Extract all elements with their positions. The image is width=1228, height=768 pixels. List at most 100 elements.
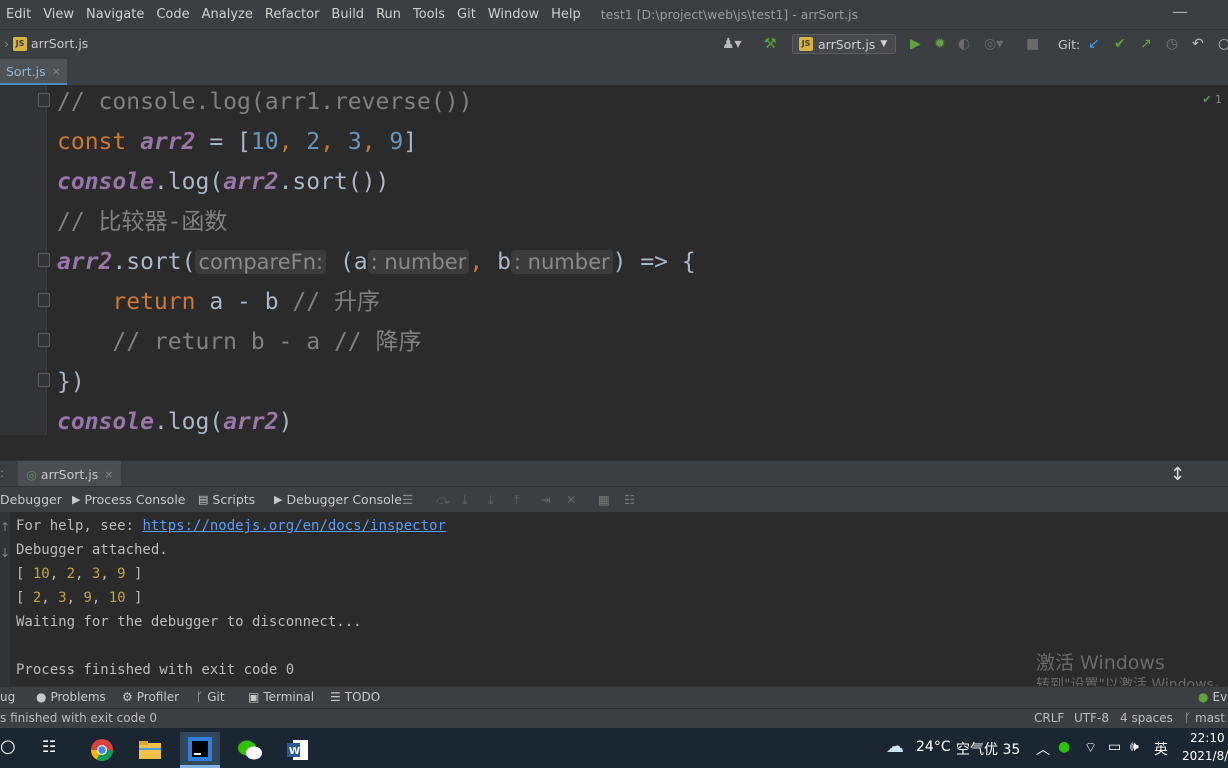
- menu-code[interactable]: Code: [150, 7, 195, 22]
- run-to-cursor-icon[interactable]: ⇥: [540, 492, 550, 507]
- weather-cloud-icon[interactable]: ☁: [886, 736, 904, 757]
- console-toolbar-icon[interactable]: ↓: [0, 546, 10, 560]
- indent-setting[interactable]: 4 spaces: [1120, 711, 1173, 725]
- git-update-icon[interactable]: ↙: [1088, 36, 1100, 52]
- evaluate-icon[interactable]: ✕: [566, 492, 576, 507]
- console-toolbar-icon[interactable]: ↑: [0, 520, 10, 534]
- tool-problems[interactable]: ● Problems: [36, 690, 106, 704]
- code-editor[interactable]: ✔ 1 // console.log(arr1.reverse()) const…: [0, 85, 1228, 460]
- fold-marker[interactable]: [38, 253, 50, 267]
- git-commit-icon[interactable]: ✔: [1114, 36, 1126, 52]
- tool-debug[interactable]: ug: [0, 690, 15, 704]
- tab-label: Scripts: [212, 492, 256, 507]
- coverage-icon[interactable]: ◐: [958, 36, 970, 52]
- air-quality[interactable]: 空气优 35: [956, 739, 1020, 759]
- menu-refactor[interactable]: Refactor: [259, 7, 326, 22]
- line-separator[interactable]: CRLF: [1034, 711, 1064, 725]
- method: .log(: [153, 409, 224, 435]
- debug-session-tab[interactable]: ◎ arrSort.js ×: [18, 461, 122, 487]
- menu-build[interactable]: Build: [325, 7, 370, 22]
- number: 2: [306, 129, 321, 155]
- inspection-ok-icon[interactable]: ✔ 1: [1202, 93, 1222, 106]
- volume-icon[interactable]: 🕪: [1130, 739, 1139, 755]
- fold-marker[interactable]: [38, 333, 50, 347]
- user-icon[interactable]: ♟▾: [722, 36, 742, 52]
- input-method[interactable]: 英: [1154, 739, 1168, 759]
- menu-view[interactable]: View: [37, 7, 80, 22]
- fold-marker[interactable]: [38, 293, 50, 307]
- breadcrumb-file[interactable]: arrSort.js: [31, 36, 88, 51]
- search-icon[interactable]: ○: [0, 736, 16, 757]
- word-app[interactable]: W: [278, 732, 318, 768]
- console-text: For help, see:: [16, 518, 143, 534]
- chevron-up-icon[interactable]: ︿: [1036, 739, 1050, 759]
- step-out-icon[interactable]: ⤒: [514, 492, 520, 508]
- step-over-icon[interactable]: ⤼: [436, 492, 449, 508]
- editor-tab-arrsort[interactable]: Sort.js ×: [0, 59, 67, 86]
- status-message[interactable]: s finished with exit code 0: [0, 711, 157, 725]
- search-icon[interactable]: ○: [1218, 36, 1228, 52]
- tab-label: Process Console: [84, 492, 186, 507]
- git-branch[interactable]: ᚴ mast: [1184, 711, 1225, 725]
- menu-window[interactable]: Window: [482, 7, 545, 22]
- tool-terminal[interactable]: ▣ Terminal: [248, 690, 314, 704]
- tab-debugger-console[interactable]: ▶ Debugger Console: [274, 492, 402, 507]
- menu-analyze[interactable]: Analyze: [196, 7, 259, 22]
- history-icon[interactable]: ◷: [1166, 36, 1178, 52]
- menu-tools[interactable]: Tools: [407, 7, 451, 22]
- tool-event-log[interactable]: ● Ev: [1198, 690, 1227, 704]
- menu-navigate[interactable]: Navigate: [80, 7, 150, 22]
- comma: ,: [469, 249, 484, 275]
- wechat-app[interactable]: [230, 732, 270, 768]
- menu-git[interactable]: Git: [451, 7, 482, 22]
- tool-label: Problems: [50, 690, 106, 704]
- layout-icon[interactable]: ☷: [624, 492, 635, 507]
- file-explorer-app[interactable]: [130, 732, 170, 768]
- stop-icon[interactable]: ■: [1026, 36, 1039, 52]
- parameter: b: [483, 249, 511, 275]
- git-push-icon[interactable]: ↗: [1140, 36, 1152, 52]
- run-icon[interactable]: ▶: [910, 36, 921, 52]
- console-line: Debugger attached.: [16, 542, 168, 558]
- menu-help[interactable]: Help: [545, 7, 587, 22]
- array-value: 3: [91, 566, 101, 582]
- menu-edit[interactable]: Edit: [0, 7, 37, 22]
- tab-scripts[interactable]: ▤ Scripts: [198, 492, 255, 507]
- close-icon[interactable]: ×: [52, 65, 61, 78]
- run-configuration-select[interactable]: JS arrSort.js ▼: [792, 34, 896, 54]
- profile-icon[interactable]: ◎▾: [984, 36, 1003, 52]
- file-encoding[interactable]: UTF-8: [1074, 711, 1109, 725]
- rollback-icon[interactable]: ↶: [1192, 36, 1204, 52]
- close-icon[interactable]: ×: [104, 468, 113, 481]
- webstorm-app[interactable]: [180, 732, 220, 768]
- inspector-docs-link[interactable]: https://nodejs.org/en/docs/inspector: [142, 518, 445, 534]
- breadcrumb[interactable]: › JS arrSort.js: [4, 36, 88, 51]
- wechat-tray-icon[interactable]: ●: [1058, 739, 1070, 755]
- wifi-icon[interactable]: ⌔: [1084, 739, 1097, 757]
- build-hammer-icon[interactable]: ⚒: [764, 36, 777, 52]
- clock-time[interactable]: 22:10: [1190, 731, 1225, 745]
- tool-profiler[interactable]: ⚙ Profiler: [122, 690, 179, 704]
- tool-label: Terminal: [263, 690, 315, 704]
- tool-todo[interactable]: ☰ TODO: [330, 690, 380, 704]
- menu-run[interactable]: Run: [370, 7, 407, 22]
- network-icon[interactable]: ▭: [1108, 739, 1121, 755]
- tool-git[interactable]: ᚴ Git: [196, 690, 225, 704]
- tab-process-console[interactable]: ▶ Process Console: [72, 492, 185, 507]
- minimize-icon[interactable]: —: [1172, 2, 1188, 21]
- task-view-icon[interactable]: ☷: [42, 737, 56, 756]
- debug-icon[interactable]: ✹: [934, 36, 946, 52]
- clock-date[interactable]: 2021/8/: [1182, 749, 1228, 763]
- step-into-icon[interactable]: ⤓: [462, 492, 468, 508]
- table-view-icon[interactable]: ▦: [598, 492, 610, 507]
- force-step-into-icon[interactable]: ⤓: [488, 492, 494, 508]
- fold-marker[interactable]: [38, 373, 50, 387]
- branch-name: mast: [1195, 711, 1226, 725]
- webstorm-icon: [188, 736, 212, 761]
- fold-marker[interactable]: [38, 93, 50, 107]
- menu-bar: Edit View Navigate Code Analyze Refactor…: [0, 0, 1228, 29]
- tab-debugger[interactable]: Debugger: [0, 492, 62, 507]
- menu-lines-icon[interactable]: ☰: [402, 492, 413, 507]
- weather-temperature[interactable]: 24°C: [916, 739, 951, 755]
- chrome-app[interactable]: [82, 732, 122, 768]
